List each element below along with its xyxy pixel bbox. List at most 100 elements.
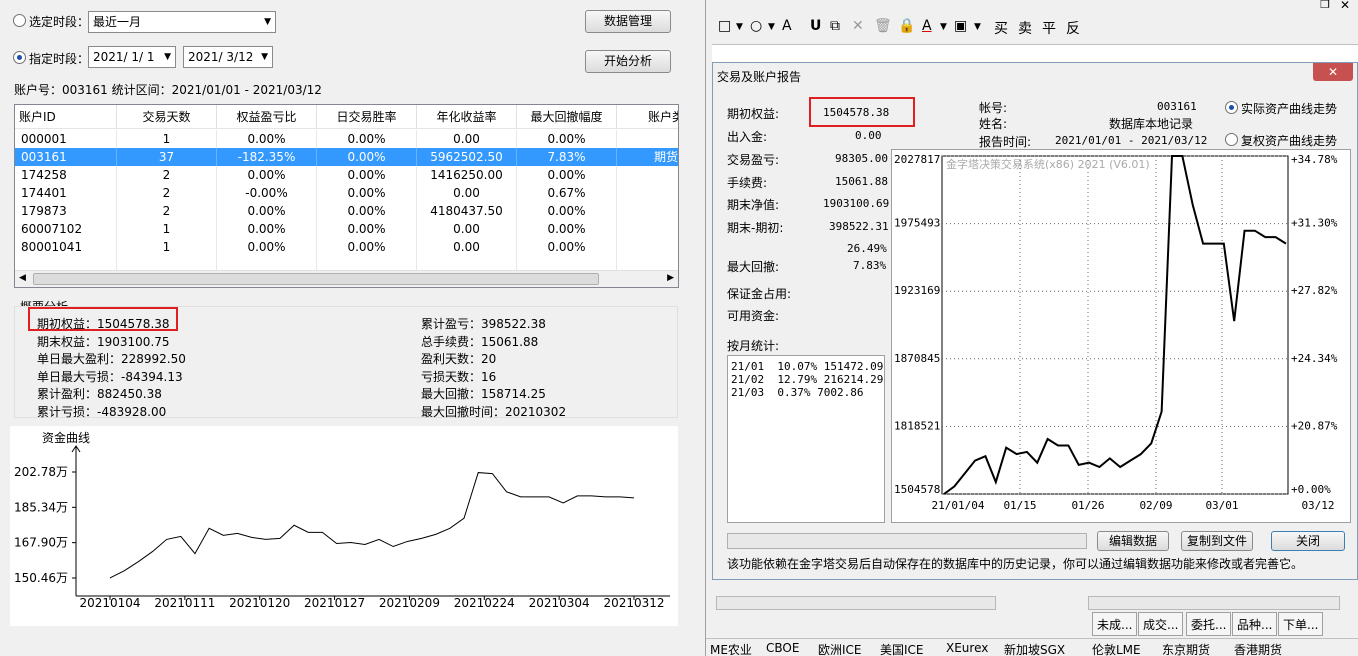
monthly-list[interactable]: 21/01 10.07% 151472.09 21/02 12.79% 21621… [727, 355, 885, 523]
table-cell: 60007102 [15, 220, 117, 238]
reverse-button[interactable]: 反 [1066, 18, 1080, 38]
lower-scrollbar[interactable] [716, 596, 996, 610]
table-cell: 7.83% [517, 148, 617, 166]
data-manage-button[interactable]: 数据管理 [585, 10, 671, 33]
top-strip [706, 0, 1358, 12]
circle-tool-icon[interactable]: ○ [750, 18, 762, 34]
table-cell [617, 202, 678, 220]
real-curve-radio[interactable] [1225, 101, 1238, 114]
x-tick-label: 20210127 [304, 596, 365, 610]
exchange-tab[interactable]: 新加坡SGX [1004, 641, 1065, 656]
dialog-close-button[interactable]: ✕ [1313, 63, 1353, 81]
start-analysis-button[interactable]: 开始分析 [585, 50, 671, 73]
edit-data-button[interactable]: 编辑数据 [1097, 531, 1169, 551]
col-header-win-rate[interactable]: 日交易胜率 [317, 105, 417, 129]
table-cell: 0.00 [417, 220, 517, 238]
lower-scrollbar-2[interactable] [1088, 596, 1340, 610]
table-cell: 80001041 [15, 238, 117, 256]
margin-used-label: 保证金占用: [727, 287, 792, 301]
bottom-tab[interactable]: 品种... [1232, 612, 1278, 636]
col-header-annual-return[interactable]: 年化收益率 [417, 105, 517, 129]
table-row[interactable]: 60007102 1 0.00% 0.00% 0.00 0.00% [15, 220, 678, 238]
y-left-tick-label: 1975493 [894, 217, 940, 230]
close-position-button[interactable]: 平 [1042, 18, 1056, 38]
table-cell: 5962502.50 [417, 148, 517, 166]
scroll-right-icon[interactable]: ▶ [667, 273, 674, 283]
trash-icon[interactable]: 🗑 [874, 18, 892, 34]
col-header-account-id[interactable]: 账户ID [15, 105, 117, 129]
y-right-tick-label: +34.78% [1291, 153, 1338, 166]
col-header-account-type[interactable]: 账户类 [617, 105, 678, 129]
copy-tool-icon[interactable]: ⧉ [830, 18, 840, 34]
date-from-picker[interactable]: 2021/ 1/ 1 ▼ [88, 46, 176, 68]
col-header-trade-days[interactable]: 交易天数 [117, 105, 217, 129]
sell-button[interactable]: 卖 [1018, 18, 1032, 38]
chevron-down-icon[interactable]: ▼ [974, 22, 981, 32]
scroll-left-icon[interactable]: ◀ [19, 273, 26, 283]
available-label: 可用资金: [727, 309, 780, 323]
buy-button[interactable]: 买 [994, 18, 1008, 38]
chevron-down-icon[interactable]: ▼ [736, 22, 743, 32]
scrollbar-thumb[interactable] [33, 273, 599, 285]
delete-tool-icon[interactable]: ✕ [852, 18, 864, 34]
table-cell: 1 [117, 220, 217, 238]
y-right-tick-label: +0.00% [1291, 483, 1331, 496]
highlight-box [28, 307, 178, 331]
plot-frame [941, 155, 1289, 495]
table-cell: 0.00% [217, 220, 317, 238]
account-table[interactable]: 账户ID 交易天数 权益盈亏比 日交易胜率 年化收益率 最大回撤幅度 账户类 0… [14, 104, 679, 288]
table-cell: 179873 [15, 202, 117, 220]
magnet-tool-icon[interactable]: U [810, 18, 821, 34]
monthly-row: 21/03 0.37% 7002.86 [731, 386, 864, 399]
name-label: 姓名: [979, 117, 1008, 131]
bottom-tab[interactable]: 委托... [1186, 612, 1232, 636]
period-select-radio[interactable] [13, 14, 26, 27]
exchange-tab[interactable]: 香港期货 [1234, 641, 1282, 656]
table-row[interactable]: 80001041 1 0.00% 0.00% 0.00 0.00% [15, 238, 678, 256]
table-row[interactable]: 174258 2 0.00% 0.00% 1416250.00 0.00% [15, 166, 678, 184]
copy-to-file-button[interactable]: 复制到文件 [1181, 531, 1253, 551]
save-icon[interactable]: ▣ [954, 18, 967, 34]
horizontal-scrollbar[interactable]: ◀ ▶ [15, 270, 678, 287]
exchange-tab[interactable]: ME农业 [710, 641, 752, 656]
table-cell: 37 [117, 148, 217, 166]
trade-pl-value: 98305.00 [835, 152, 888, 165]
table-row[interactable]: 179873 2 0.00% 0.00% 4180437.50 0.00% [15, 202, 678, 220]
exchange-tab[interactable]: 美国ICE [880, 641, 924, 656]
close-icon[interactable]: ✕ [1340, 0, 1350, 12]
compound-curve-radio[interactable] [1225, 133, 1238, 146]
date-to-picker[interactable]: 2021/ 3/12 ▼ [183, 46, 273, 68]
y-tick-label: 167.90万 [14, 536, 68, 550]
chart-watermark: 金字塔决策交易系统(x86) 2021 (V6.01) [946, 157, 1150, 171]
period-select-combo[interactable]: 最近一月 ▼ [88, 11, 276, 33]
table-row[interactable]: 174401 2 -0.00% 0.00% 0.00 0.67% [15, 184, 678, 202]
table-cell: 0.00% [317, 184, 417, 202]
restore-icon[interactable]: ❐ [1320, 0, 1330, 11]
exchange-tab[interactable]: 东京期货 [1162, 641, 1210, 656]
text-tool-icon[interactable]: A [782, 18, 792, 34]
equity-chart: 资金曲线 202.78万 185.34万 167.90万 150.46万 20210104… [14, 430, 670, 610]
col-header-pl-ratio[interactable]: 权益盈亏比 [217, 105, 317, 129]
chevron-down-icon[interactable]: ▼ [768, 22, 775, 32]
rect-tool-icon[interactable]: □ [718, 18, 731, 34]
y-tick-label: 202.78万 [14, 465, 68, 479]
dialog-close-text-button[interactable]: 关闭 [1271, 531, 1345, 551]
exchange-tab[interactable]: CBOE [766, 641, 799, 655]
exchange-tab[interactable]: 伦敦LME [1092, 641, 1141, 656]
init-equity-label: 期初权益: [727, 107, 780, 121]
bottom-tab[interactable]: 下单... [1278, 612, 1324, 636]
table-row[interactable]: 003161 37 -182.35% 0.00% 5962502.50 7.83% 期货 [15, 148, 678, 166]
lock-icon[interactable]: 🔒 [898, 18, 915, 34]
y-left-tick-label: 2027817 [894, 153, 940, 166]
font-color-icon[interactable]: A [922, 18, 932, 34]
table-cell: 0.00% [517, 220, 617, 238]
exchange-tab[interactable]: 欧洲ICE [818, 641, 862, 656]
period-custom-radio[interactable] [13, 51, 26, 64]
col-header-max-drawdown[interactable]: 最大回撤幅度 [517, 105, 617, 129]
table-row[interactable]: 000001 1 0.00% 0.00% 0.00 0.00% [15, 130, 678, 148]
exchange-tab[interactable]: XEurex [946, 641, 988, 655]
bottom-tab[interactable]: 成交... [1138, 612, 1184, 636]
table-cell: 1 [117, 130, 217, 148]
bottom-tab[interactable]: 未成... [1092, 612, 1138, 636]
chevron-down-icon[interactable]: ▼ [940, 22, 947, 32]
